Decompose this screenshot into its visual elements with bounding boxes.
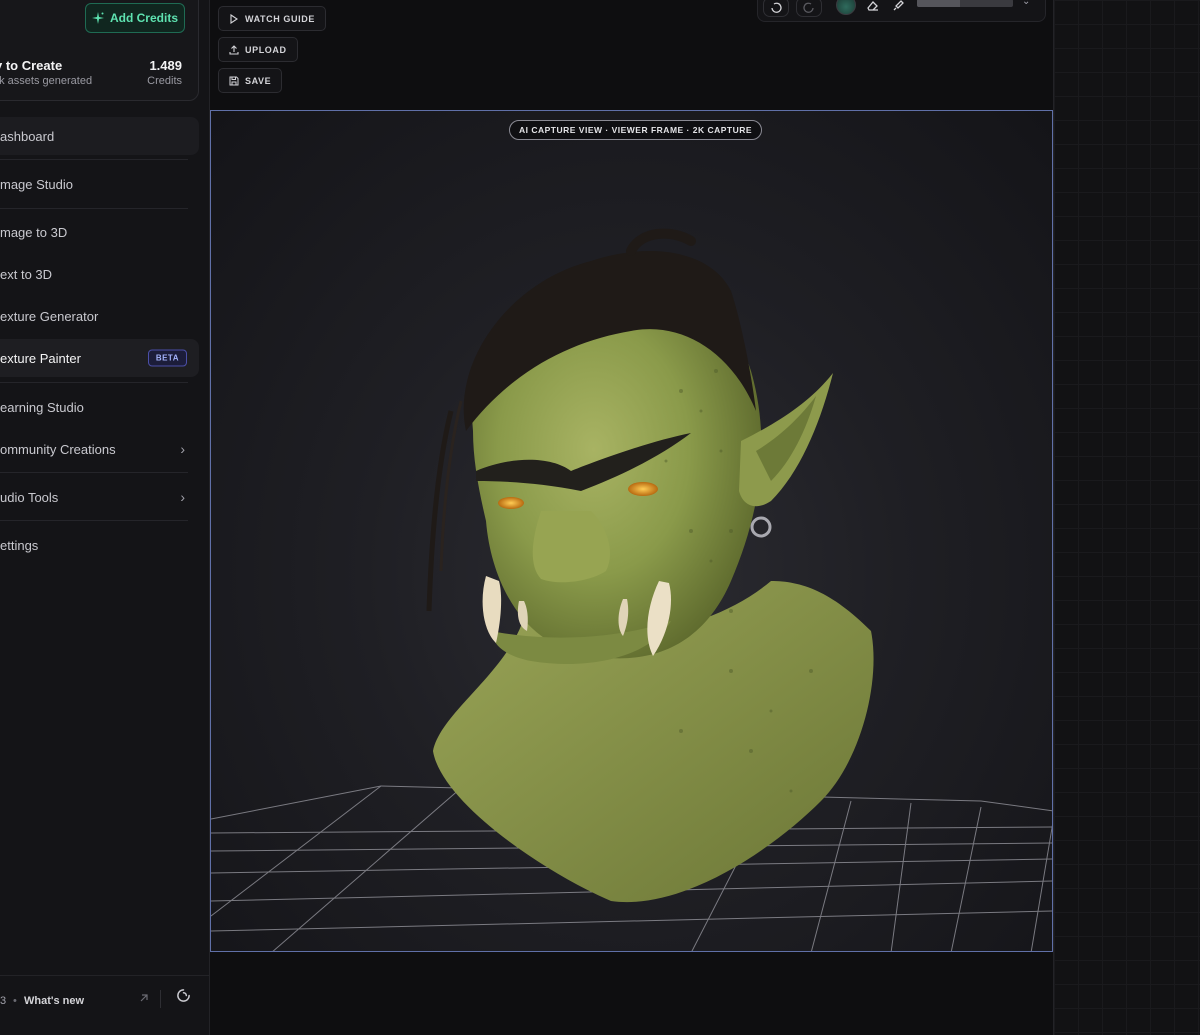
upload-button[interactable]: UPLOAD (218, 37, 298, 62)
add-credits-button[interactable]: Add Credits (85, 3, 185, 33)
sidebar-item-label: ext to 3D (0, 266, 53, 282)
main-area: WATCH GUIDE UPLOAD SAVE ⌄ AI CAPTURE VIE… (210, 0, 1053, 1035)
credits-subtitle: 2k assets generated (0, 75, 93, 87)
sidebar-item-texture-generator[interactable]: exture Generator (0, 297, 199, 335)
redo-icon (803, 2, 814, 13)
right-panel (1053, 0, 1200, 1035)
version-label: 3 (0, 995, 7, 1007)
sidebar-item-text-to-3d[interactable]: ext to 3D (0, 255, 199, 293)
credits-card: Add Credits y to Create 2k assets genera… (0, 0, 199, 101)
earring (750, 516, 772, 538)
credits-title: y to Create (0, 58, 63, 73)
brush-icon[interactable] (891, 0, 905, 13)
slider-fill (917, 0, 961, 7)
upload-label: UPLOAD (245, 44, 287, 55)
sidebar-item-label: mage to 3D (0, 224, 68, 240)
undo-icon (771, 2, 782, 13)
sidebar-item-studio-tools[interactable]: udio Tools › (0, 478, 199, 516)
sidebar: Add Credits y to Create 2k assets genera… (0, 0, 210, 1035)
save-button[interactable]: SAVE (218, 68, 283, 93)
divider (160, 990, 161, 1008)
sidebar-item-label: ashboard (0, 128, 55, 144)
sidebar-item-image-studio[interactable]: mage Studio (0, 165, 199, 203)
sidebar-item-learning-studio[interactable]: earning Studio (0, 388, 199, 426)
divider (0, 159, 188, 160)
brush-size-slider[interactable] (917, 0, 1013, 7)
paint-toolbar: ⌄ (757, 0, 1046, 22)
sidebar-item-settings[interactable]: ettings (0, 526, 199, 564)
3d-scene[interactable] (211, 111, 1053, 952)
3d-viewport[interactable]: AI CAPTURE VIEW · VIEWER FRAME · 2K CAPT… (210, 110, 1053, 952)
color-swatch[interactable] (836, 0, 856, 15)
separator-dot: • (13, 995, 17, 1007)
left-eye (498, 497, 524, 509)
divider (0, 208, 188, 209)
play-icon (230, 13, 238, 24)
sidebar-item-label: ettings (0, 537, 39, 553)
sidebar-item-image-to-3d[interactable]: mage to 3D (0, 213, 199, 251)
whats-new-link[interactable]: What's new (24, 995, 84, 1007)
divider (0, 520, 188, 521)
credits-amount: 1.489 (149, 58, 182, 73)
sidebar-item-community-creations[interactable]: ommunity Creations › (0, 430, 199, 468)
viewport-label: AI CAPTURE VIEW · VIEWER FRAME · 2K CAPT… (509, 120, 763, 140)
external-arrow-icon[interactable] (138, 992, 150, 1004)
sidebar-item-label: mage Studio (0, 176, 73, 192)
sidebar-item-label: udio Tools (0, 489, 59, 505)
sidebar-item-texture-painter[interactable]: exture Painter BETA (0, 339, 199, 377)
chevron-right-icon: › (180, 489, 185, 505)
redo-button[interactable] (796, 0, 822, 17)
chevron-right-icon: › (180, 441, 185, 457)
save-icon (229, 76, 239, 85)
eraser-icon[interactable] (866, 0, 880, 13)
undo-button[interactable] (763, 0, 789, 17)
sidebar-item-label: earning Studio (0, 399, 84, 415)
nose (532, 511, 611, 583)
sidebar-item-dashboard[interactable]: ashboard (0, 117, 199, 155)
sidebar-footer: 3 • What's new (0, 975, 210, 1035)
divider (0, 472, 188, 473)
watch-guide-button[interactable]: WATCH GUIDE (218, 6, 326, 31)
save-label: SAVE (245, 75, 272, 86)
theme-icon[interactable] (176, 988, 191, 1003)
sparkle-icon (91, 12, 104, 24)
right-eye (628, 482, 658, 496)
watch-guide-label: WATCH GUIDE (245, 13, 315, 24)
add-credits-label: Add Credits (109, 11, 178, 25)
sidebar-item-label: ommunity Creations (0, 441, 116, 457)
beta-badge: BETA (147, 349, 187, 367)
sidebar-item-label: exture Generator (0, 308, 99, 324)
divider (0, 382, 188, 383)
sidebar-item-label: exture Painter (0, 350, 81, 366)
chevron-down-icon[interactable]: ⌄ (1022, 0, 1030, 7)
credits-amount-label: Credits (147, 75, 182, 87)
upload-icon (229, 44, 239, 55)
